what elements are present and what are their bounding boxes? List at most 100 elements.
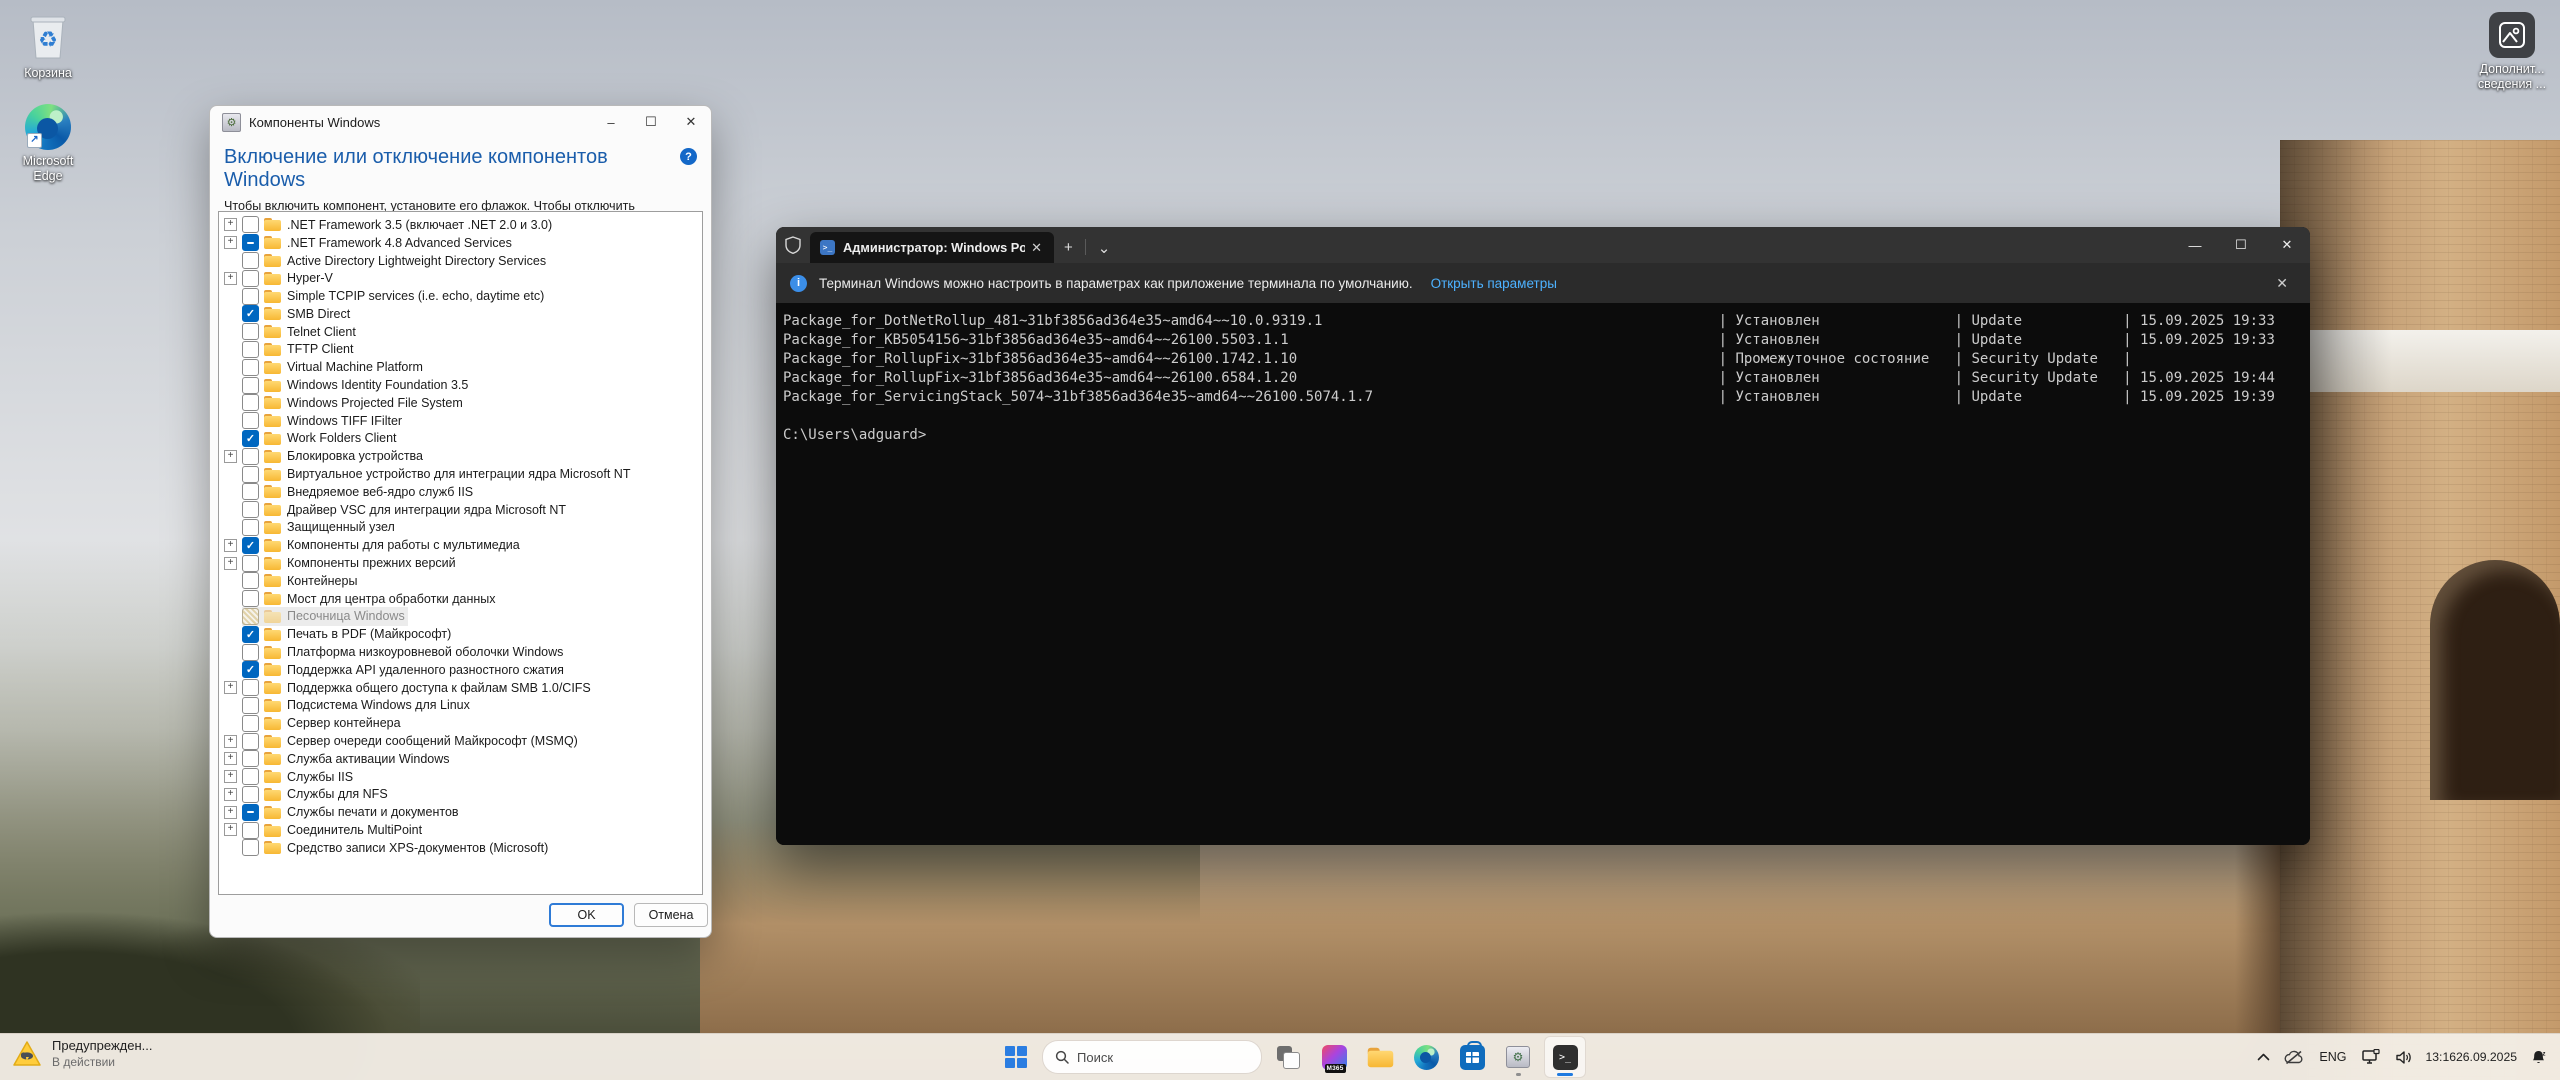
terminal-close-button[interactable]: ✕	[2264, 227, 2310, 263]
terminal-taskbar-button[interactable]: >_	[1544, 1036, 1586, 1078]
feature-tree-row[interactable]: +.NET Framework 4.8 Advanced Services	[219, 234, 702, 252]
expand-icon[interactable]: +	[224, 788, 237, 801]
feature-tree-row[interactable]: +Средство записи XPS-документов (Microso…	[219, 839, 702, 857]
feature-tree-row[interactable]: +Печать в PDF (Майкрософт)	[219, 625, 702, 643]
feature-tree-row[interactable]: +Драйвер VSC для интеграции ядра Microso…	[219, 501, 702, 519]
feature-tree-row[interactable]: +Служба активации Windows	[219, 750, 702, 768]
terminal-maximize-button[interactable]: ☐	[2218, 227, 2264, 263]
feature-tree-row[interactable]: +Блокировка устройства	[219, 447, 702, 465]
feature-tree-row[interactable]: +Защищенный узел	[219, 519, 702, 537]
feature-checkbox-unchecked[interactable]	[242, 572, 259, 589]
new-tab-button[interactable]: +	[1054, 232, 1083, 263]
feature-checkbox-unchecked[interactable]	[242, 733, 259, 750]
feature-tree-row[interactable]: +Компоненты прежних версий	[219, 554, 702, 572]
feature-checkbox-unchecked[interactable]	[242, 644, 259, 661]
feature-tree-row[interactable]: +Контейнеры	[219, 572, 702, 590]
feature-checkbox-unchecked[interactable]	[242, 448, 259, 465]
feature-tree-row[interactable]: +Windows Identity Foundation 3.5	[219, 376, 702, 394]
feature-checkbox-unchecked[interactable]	[242, 768, 259, 785]
feature-tree-row[interactable]: +Windows Projected File System	[219, 394, 702, 412]
dialog-close-button[interactable]: ✕	[671, 107, 711, 137]
feature-tree-row[interactable]: +Внедряемое веб-ядро служб IIS	[219, 483, 702, 501]
feature-checkbox-unchecked[interactable]	[242, 786, 259, 803]
expand-icon[interactable]: +	[224, 557, 237, 570]
edge-button[interactable]	[1406, 1037, 1446, 1077]
banner-close-icon[interactable]: ✕	[2268, 271, 2296, 296]
feature-tree-row[interactable]: +Сервер контейнера	[219, 714, 702, 732]
weather-widget[interactable]: Предупрежден... В действии	[12, 1038, 152, 1069]
feature-tree-row[interactable]: +Песочница Windows	[219, 608, 702, 626]
volume-icon[interactable]	[2390, 1037, 2418, 1077]
dialog-minimize-button[interactable]: –	[591, 107, 631, 137]
file-explorer-button[interactable]	[1360, 1037, 1400, 1077]
expand-icon[interactable]: +	[224, 735, 237, 748]
feature-checkbox-unchecked[interactable]	[242, 750, 259, 767]
expand-icon[interactable]: +	[224, 218, 237, 231]
feature-tree-row[interactable]: +Соединитель MultiPoint	[219, 821, 702, 839]
feature-tree-row[interactable]: +Telnet Client	[219, 323, 702, 341]
feature-checkbox-unchecked[interactable]	[242, 323, 259, 340]
feature-checkbox-unchecked[interactable]	[242, 270, 259, 287]
feature-tree-row[interactable]: +Сервер очереди сообщений Майкрософт (MS…	[219, 732, 702, 750]
feature-checkbox-checked[interactable]	[242, 430, 259, 447]
feature-tree-row[interactable]: +Платформа низкоуровневой оболочки Windo…	[219, 643, 702, 661]
feature-checkbox-unchecked[interactable]	[242, 555, 259, 572]
feature-checkbox-unchecked[interactable]	[242, 252, 259, 269]
feature-checkbox-unchecked[interactable]	[242, 519, 259, 536]
feature-tree-row[interactable]: +TFTP Client	[219, 341, 702, 359]
feature-checkbox-unchecked[interactable]	[242, 359, 259, 376]
feature-tree-row[interactable]: +Подсистема Windows для Linux	[219, 697, 702, 715]
feature-tree-row[interactable]: +Службы для NFS	[219, 786, 702, 804]
feature-checkbox-unchecked[interactable]	[242, 679, 259, 696]
m365-copilot-button[interactable]: M365	[1314, 1037, 1354, 1077]
feature-checkbox-unchecked[interactable]	[242, 341, 259, 358]
dialog-maximize-button[interactable]: ☐	[631, 107, 671, 137]
feature-tree-row[interactable]: +Windows TIFF IFilter	[219, 412, 702, 430]
feature-tree-row[interactable]: +SMB Direct	[219, 305, 702, 323]
feature-tree-row[interactable]: +Simple TCPIP services (i.e. echo, dayti…	[219, 287, 702, 305]
ok-button[interactable]: OK	[549, 903, 624, 927]
feature-checkbox-indeterminate[interactable]	[242, 234, 259, 251]
feature-tree-row[interactable]: +Компоненты для работы с мультимедиа	[219, 536, 702, 554]
feature-tree-row[interactable]: +Виртуальное устройство для интеграции я…	[219, 465, 702, 483]
dialog-titlebar[interactable]: ⚙ Компоненты Windows – ☐ ✕	[210, 106, 711, 138]
task-view-button[interactable]	[1268, 1037, 1308, 1077]
onedrive-paused-icon[interactable]	[2279, 1037, 2309, 1077]
feature-checkbox-disabled[interactable]	[242, 608, 259, 625]
expand-icon[interactable]: +	[224, 272, 237, 285]
feature-tree-row[interactable]: +Мост для центра обработки данных	[219, 590, 702, 608]
tray-chevron-up-icon[interactable]	[2252, 1037, 2275, 1077]
desktop-icon-recycle-bin[interactable]: ♻ Корзина	[0, 14, 96, 81]
feature-checkbox-unchecked[interactable]	[242, 216, 259, 233]
expand-icon[interactable]: +	[224, 450, 237, 463]
taskbar-search[interactable]: Поиск	[1042, 1040, 1262, 1074]
feature-tree-row[interactable]: +Службы печати и документов	[219, 803, 702, 821]
feature-checkbox-checked[interactable]	[242, 305, 259, 322]
terminal-titlebar[interactable]: >_ Администратор: Windows Po ✕ + ⌄ — ☐ ✕	[776, 227, 2310, 263]
feature-tree-row[interactable]: +Hyper-V	[219, 269, 702, 287]
feature-checkbox-unchecked[interactable]	[242, 839, 259, 856]
feature-tree-row[interactable]: +Virtual Machine Platform	[219, 358, 702, 376]
start-button[interactable]	[996, 1037, 1036, 1077]
desktop-icon-spotlight[interactable]: Дополнит... сведения ...	[2464, 12, 2560, 92]
terminal-tab[interactable]: >_ Администратор: Windows Po ✕	[810, 232, 1054, 263]
network-icon[interactable]	[2357, 1037, 2386, 1077]
feature-tree-row[interactable]: +Поддержка API удаленного разностного сж…	[219, 661, 702, 679]
open-settings-link[interactable]: Открыть параметры	[1431, 276, 1557, 291]
feature-tree-row[interactable]: +Службы IIS	[219, 768, 702, 786]
tab-dropdown-icon[interactable]: ⌄	[1088, 232, 1121, 263]
notification-bell-icon[interactable]: z	[2525, 1037, 2552, 1077]
feature-checkbox-unchecked[interactable]	[242, 288, 259, 305]
terminal-minimize-button[interactable]: —	[2172, 227, 2218, 263]
tab-close-icon[interactable]: ✕	[1025, 238, 1048, 258]
feature-tree-row[interactable]: +.NET Framework 3.5 (включает .NET 2.0 и…	[219, 216, 702, 234]
expand-icon[interactable]: +	[224, 806, 237, 819]
expand-icon[interactable]: +	[224, 823, 237, 836]
feature-checkbox-checked[interactable]	[242, 661, 259, 678]
feature-checkbox-checked[interactable]	[242, 626, 259, 643]
feature-checkbox-indeterminate[interactable]	[242, 804, 259, 821]
feature-checkbox-unchecked[interactable]	[242, 697, 259, 714]
feature-tree-row[interactable]: +Active Directory Lightweight Directory …	[219, 252, 702, 270]
desktop-icon-edge[interactable]: ↗ Microsoft Edge	[0, 104, 96, 184]
microsoft-store-button[interactable]	[1452, 1037, 1492, 1077]
